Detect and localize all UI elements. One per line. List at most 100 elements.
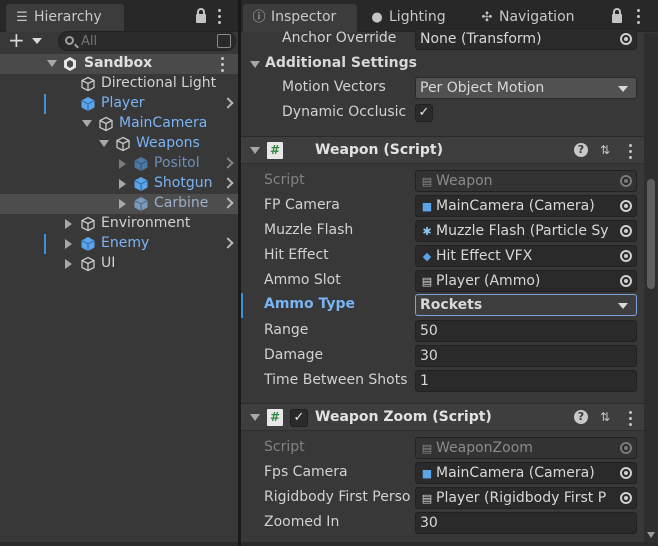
more-options-icon[interactable] xyxy=(628,411,634,429)
weapon-component-header[interactable]: # Weapon (Script) ? ⇅ xyxy=(241,136,644,164)
tree-item-weapons[interactable]: Weapons xyxy=(0,134,238,154)
additional-settings-foldout[interactable]: Additional Settings xyxy=(241,52,644,78)
prefab-icon: ◆ xyxy=(422,250,432,263)
damage-row: Damage 30 xyxy=(241,344,644,369)
expand-arrow-icon[interactable] xyxy=(99,140,109,147)
foldout-arrow-icon[interactable] xyxy=(250,414,260,421)
tree-item-maincamera[interactable]: MainCamera xyxy=(0,114,238,134)
object-picker-icon[interactable] xyxy=(620,225,632,237)
weapon-zoom-script-row: Script ▤ WeaponZoom xyxy=(241,436,644,461)
time-between-shots-row: Time Between Shots 1 xyxy=(241,369,644,394)
ammo-slot-field[interactable]: ▤ Player (Ammo) xyxy=(415,270,637,292)
fp-camera-field[interactable]: ■ MainCamera (Camera) xyxy=(415,195,637,217)
chevron-right-icon[interactable] xyxy=(222,97,234,109)
field-label: Ammo Type xyxy=(264,296,356,312)
field-label: Hit Effect xyxy=(264,247,329,263)
object-picker-icon[interactable] xyxy=(620,33,632,45)
foldout-arrow-icon[interactable] xyxy=(250,147,260,154)
tree-item-environment[interactable]: Environment xyxy=(0,214,238,234)
motion-vectors-row: Motion Vectors Per Object Motion xyxy=(241,76,644,101)
chevron-right-icon[interactable] xyxy=(222,177,234,189)
ammo-type-dropdown[interactable]: Rockets xyxy=(415,294,637,316)
search-input[interactable] xyxy=(81,33,201,49)
component-title: Weapon Zoom (Script) xyxy=(315,409,492,425)
scroll-down-arrow-icon[interactable] xyxy=(647,532,655,538)
script-reference-field: ▤ Weapon xyxy=(415,170,637,192)
zoomed-in-input[interactable]: 30 xyxy=(415,512,637,534)
more-options-icon[interactable] xyxy=(636,9,642,27)
script-icon: # xyxy=(267,142,283,159)
fps-camera-field[interactable]: ■ MainCamera (Camera) xyxy=(415,462,637,484)
field-label: Time Between Shots xyxy=(264,372,408,388)
muzzle-flash-field[interactable]: ✱ Muzzle Flash (Particle Sy xyxy=(415,220,637,242)
help-icon[interactable]: ? xyxy=(574,410,588,424)
chevron-right-icon[interactable] xyxy=(222,157,234,169)
field-label: Dynamic Occlusic xyxy=(282,104,407,120)
search-type-icon[interactable] xyxy=(217,34,231,48)
lock-icon[interactable] xyxy=(196,8,206,23)
script-icon: # xyxy=(267,409,283,426)
damage-input[interactable]: 30 xyxy=(415,345,637,367)
script-file-icon: ▤ xyxy=(421,442,433,455)
tree-item-carbine[interactable]: Carbine xyxy=(0,194,238,214)
tree-item-directional-light[interactable]: Directional Light xyxy=(0,74,238,94)
time-between-shots-input[interactable]: 1 xyxy=(415,370,637,392)
help-icon[interactable]: ? xyxy=(574,143,588,157)
tree-item-label: Player xyxy=(101,95,145,111)
expand-arrow-icon[interactable] xyxy=(65,219,72,229)
expand-arrow-icon[interactable] xyxy=(119,199,126,209)
tree-item-shotgun[interactable]: Shotgun xyxy=(0,174,238,194)
lock-icon[interactable] xyxy=(612,8,622,23)
expand-arrow-icon[interactable] xyxy=(119,159,126,169)
expand-arrow-icon[interactable] xyxy=(119,179,126,189)
object-picker-icon[interactable] xyxy=(620,492,632,504)
hierarchy-list-icon: ☰ xyxy=(16,10,28,25)
expand-arrow-icon[interactable] xyxy=(65,259,72,269)
expand-arrow-icon[interactable] xyxy=(65,239,72,249)
unity-scene-icon xyxy=(64,57,76,71)
rigidbody-field[interactable]: ▤ Player (Rigidbody First P xyxy=(415,487,637,509)
object-picker-icon[interactable] xyxy=(620,467,632,479)
anchor-override-field[interactable]: None (Transform) xyxy=(415,28,637,50)
dynamic-occlusion-checkbox[interactable]: ✓ xyxy=(415,104,433,122)
hit-effect-row: Hit Effect ◆ Hit Effect VFX xyxy=(241,244,644,269)
tree-item-ui[interactable]: UI xyxy=(0,254,238,274)
prefab-icon xyxy=(81,237,95,251)
presets-icon[interactable]: ⇅ xyxy=(598,409,612,425)
inspector-scrollbar[interactable] xyxy=(644,33,658,546)
scrollbar-thumb[interactable] xyxy=(647,179,655,289)
hit-effect-field[interactable]: ◆ Hit Effect VFX xyxy=(415,245,637,267)
tree-item-sandbox[interactable]: Sandbox xyxy=(0,54,238,74)
more-options-icon[interactable] xyxy=(220,57,226,75)
chevron-right-icon[interactable] xyxy=(222,237,234,249)
tree-item-positol[interactable]: Positol xyxy=(0,154,238,174)
expand-arrow-icon[interactable] xyxy=(47,60,57,67)
search-field[interactable] xyxy=(58,31,236,51)
script-reference-field: ▤ WeaponZoom xyxy=(415,437,637,459)
weapon-zoom-component-header[interactable]: # ✓ Weapon Zoom (Script) ? ⇅ xyxy=(241,403,644,431)
tree-item-label: Shotgun xyxy=(154,175,213,191)
zoomed-in-row: Zoomed In 30 xyxy=(241,511,644,536)
camera-icon: ■ xyxy=(421,200,433,213)
gameobject-icon xyxy=(81,256,95,272)
create-button[interactable]: + xyxy=(8,30,48,51)
presets-icon[interactable]: ⇅ xyxy=(598,142,612,158)
object-picker-icon[interactable] xyxy=(620,275,632,287)
more-options-icon[interactable] xyxy=(628,144,634,162)
anchor-override-row: Anchor Override None (Transform) xyxy=(241,27,644,52)
expand-arrow-icon[interactable] xyxy=(82,120,92,127)
gameobject-icon xyxy=(81,216,95,232)
motion-vectors-dropdown[interactable]: Per Object Motion xyxy=(415,77,637,99)
component-enabled-checkbox[interactable]: ✓ xyxy=(290,409,308,427)
tree-item-label: UI xyxy=(101,255,116,271)
more-options-icon[interactable] xyxy=(217,9,223,27)
range-input[interactable]: 50 xyxy=(415,320,637,342)
chevron-right-icon[interactable] xyxy=(222,197,234,209)
tree-item-player[interactable]: Player xyxy=(0,94,238,114)
tree-item-enemy[interactable]: Enemy xyxy=(0,234,238,254)
field-label: Rigidbody First Perso xyxy=(264,489,411,505)
object-picker-icon[interactable] xyxy=(620,250,632,262)
object-picker-icon[interactable] xyxy=(620,200,632,212)
weapon-script-row: Script ▤ Weapon xyxy=(241,169,644,194)
prefab-icon xyxy=(134,157,148,171)
